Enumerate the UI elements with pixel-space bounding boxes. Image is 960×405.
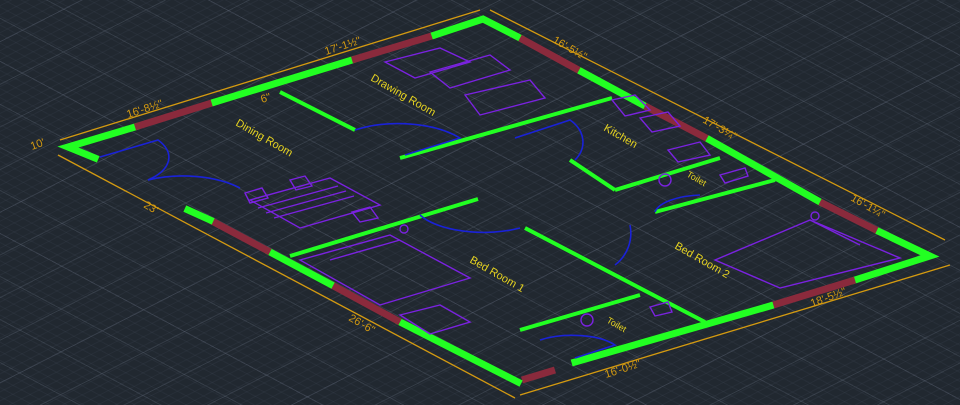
floor-plan: Drawing Room Dining Room Kitchen Toilet … — [29, 9, 951, 399]
door-swing — [147, 175, 241, 189]
door-kitchen — [514, 119, 584, 161]
wall — [183, 205, 215, 225]
door-bedroom2 — [614, 224, 632, 266]
wall-top-left-corner — [57, 122, 140, 163]
dim-top-middle: 17'-1½" — [323, 35, 362, 58]
cad-drawing-canvas[interactable]: Drawing Room Dining Room Kitchen Toilet … — [0, 0, 960, 405]
label-dining-room: Dining Room — [234, 117, 295, 159]
label-toilet-1: Toilet — [685, 169, 709, 188]
wall — [570, 301, 775, 367]
basin-2 — [580, 313, 594, 327]
wall-dining-drawing — [279, 90, 356, 132]
label-bed-room-1: Bed Room 1 — [468, 254, 527, 295]
dim-left-upper: 23' — [142, 199, 160, 217]
window — [208, 216, 272, 256]
dim-partition: 6" — [259, 91, 272, 106]
dim-bottom-middle: 16'-0½" — [603, 358, 642, 381]
wall-toilet-bottom — [654, 178, 776, 214]
door-bedroom1 — [419, 214, 521, 234]
wall-top-apex — [430, 15, 525, 43]
dim-line-top — [59, 9, 481, 141]
dimension-lines — [57, 9, 951, 399]
wall-right-corner — [850, 227, 940, 285]
dining-table — [248, 177, 382, 229]
wall — [395, 317, 523, 387]
wall-kitchen-left — [568, 158, 617, 192]
lamp-1 — [399, 224, 409, 234]
window — [328, 280, 402, 326]
door-drawing — [354, 122, 462, 156]
dim-line-left — [57, 154, 516, 399]
window — [350, 31, 437, 64]
lamp-2 — [810, 211, 820, 221]
label-drawing-room: Drawing Room — [369, 72, 438, 119]
dim-line-bottom — [519, 264, 951, 396]
dim-left-short: 10' — [29, 137, 47, 153]
window — [520, 366, 557, 384]
wall — [265, 247, 335, 289]
label-toilet-2: Toilet — [605, 315, 629, 334]
label-bed-room-2: Bed Room 2 — [673, 240, 732, 281]
door-entrance — [99, 139, 170, 181]
wall-bedroom1-top — [289, 197, 479, 258]
label-kitchen: Kitchen — [602, 122, 640, 151]
